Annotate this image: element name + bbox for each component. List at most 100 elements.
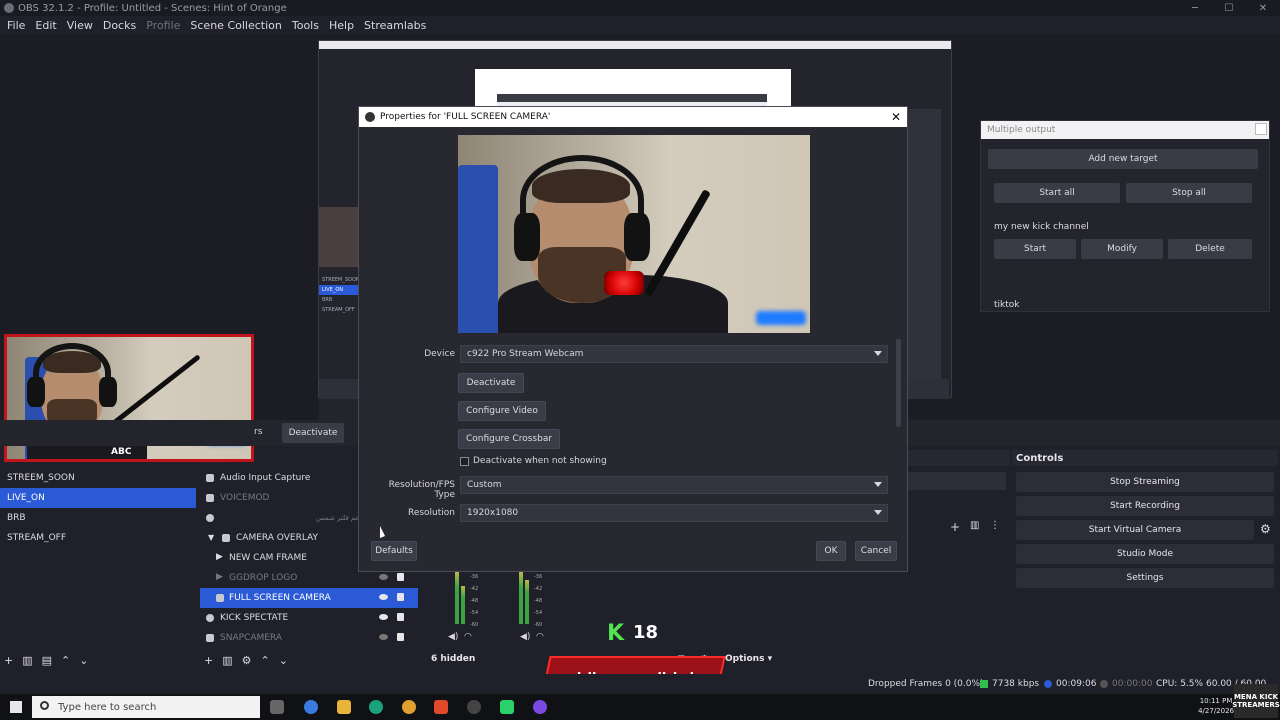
resolution-fps-select[interactable]: Custom	[460, 476, 888, 494]
mena-badge: MENA KICK STREAMERS	[1232, 684, 1280, 718]
app-icon[interactable]	[500, 700, 514, 714]
defaults-button[interactable]: Defaults	[371, 541, 417, 561]
nested-scene-item: BRB	[322, 297, 333, 303]
add-icon[interactable]: +	[950, 520, 960, 534]
windows-start-icon[interactable]	[10, 701, 22, 713]
menu-scene-collection[interactable]: Scene Collection	[185, 19, 286, 32]
chrome-icon[interactable]	[402, 700, 416, 714]
add-target-button[interactable]: Add new target	[988, 149, 1258, 169]
stop-streaming-button[interactable]: Stop Streaming	[1016, 472, 1274, 492]
eye-hidden-icon[interactable]	[379, 574, 388, 580]
brave-icon[interactable]	[434, 700, 448, 714]
maximize-icon[interactable]: ☐	[1212, 0, 1246, 16]
deactivate-when-not-showing-checkbox[interactable]	[460, 457, 469, 466]
trash-icon[interactable]: ▥	[22, 654, 32, 667]
start-recording-button[interactable]: Start Recording	[1016, 496, 1274, 516]
target-start-button[interactable]: Start	[994, 239, 1076, 259]
eye-hidden-icon[interactable]	[379, 634, 388, 640]
add-icon[interactable]: +	[204, 654, 213, 667]
headphone-icon[interactable]: ◠	[464, 632, 472, 642]
trash-icon[interactable]: ▥	[970, 520, 979, 531]
obs-taskbar-icon[interactable]	[467, 700, 481, 714]
configure-video-button[interactable]: Configure Video	[458, 401, 546, 421]
move-up-icon[interactable]: ⌃	[261, 654, 270, 667]
folder-icon[interactable]	[337, 700, 351, 714]
task-view-icon[interactable]	[270, 700, 284, 714]
headphone-icon[interactable]: ◠	[536, 632, 544, 642]
menu-help[interactable]: Help	[324, 19, 359, 32]
chevron-down-icon[interactable]: ▼	[208, 533, 214, 542]
nested-scene-item: LIVE_ON	[319, 285, 359, 295]
target-name: my new kick channel	[994, 222, 1089, 232]
lock-icon[interactable]	[397, 613, 404, 621]
more-icon[interactable]: ⋮	[990, 520, 1000, 531]
filter-icon[interactable]: ▤	[42, 654, 52, 667]
scene-item[interactable]: STREAM_OFF	[0, 528, 196, 548]
taskbar-clock[interactable]: 10:11 PM 4/27/2026	[1198, 696, 1234, 716]
studio-mode-button[interactable]: Studio Mode	[1016, 544, 1274, 564]
menu-profile[interactable]: Profile	[141, 19, 185, 32]
window-titlebar: OBS 32.1.2 - Profile: Untitled - Scenes:…	[0, 0, 1280, 16]
eye-icon[interactable]	[379, 594, 388, 600]
scene-item[interactable]: STREEM_SOON	[0, 468, 196, 488]
add-icon[interactable]: +	[4, 654, 13, 667]
eye-icon[interactable]	[379, 614, 388, 620]
scene-item[interactable]: LIVE_ON	[0, 488, 196, 508]
device-select[interactable]: c922 Pro Stream Webcam	[460, 345, 888, 363]
target-delete-button[interactable]: Delete	[1168, 239, 1252, 259]
properties-scrollbar[interactable]	[896, 339, 901, 427]
lock-icon[interactable]	[397, 593, 404, 601]
gear-icon[interactable]: ⚙	[1260, 522, 1271, 536]
target-modify-button[interactable]: Modify	[1081, 239, 1163, 259]
close-icon[interactable]: ✕	[1246, 0, 1280, 16]
menu-view[interactable]: View	[62, 19, 98, 32]
source-item[interactable]: KICK SPECTATE	[200, 608, 418, 628]
scene-item[interactable]: BRB	[0, 508, 196, 528]
taskbar-search[interactable]: Type here to search	[32, 696, 260, 718]
menu-tools[interactable]: Tools	[287, 19, 324, 32]
speaker-icon[interactable]: ◀)	[448, 632, 458, 642]
menu-edit[interactable]: Edit	[30, 19, 61, 32]
deactivate-button[interactable]: Deactivate	[282, 423, 344, 443]
lock-icon[interactable]	[397, 633, 404, 641]
copilot-icon[interactable]	[304, 700, 318, 714]
trash-icon[interactable]: ▥	[222, 654, 232, 667]
source-item[interactable]: SNAPCAMERA	[200, 628, 418, 648]
start-virtual-camera-button[interactable]: Start Virtual Camera	[1016, 520, 1254, 540]
volume-meter	[525, 580, 529, 624]
float-icon[interactable]	[1255, 123, 1267, 135]
move-down-icon[interactable]: ⌄	[279, 654, 288, 667]
options-button[interactable]: Options ▾	[725, 654, 772, 664]
kick-logo-icon: K	[607, 621, 625, 646]
ok-button[interactable]: OK	[816, 541, 846, 561]
menu-docks[interactable]: Docks	[98, 19, 141, 32]
app-icon[interactable]	[533, 700, 547, 714]
nested-scene-item: STREAM_OFF	[322, 307, 355, 313]
menu-streamlabs[interactable]: Streamlabs	[359, 19, 431, 32]
configure-crossbar-button[interactable]: Configure Crossbar	[458, 429, 560, 449]
scenes-list: STREEM_SOON LIVE_ON BRB STREAM_OFF	[0, 466, 196, 650]
start-all-button[interactable]: Start all	[994, 183, 1120, 203]
stream-icon	[1044, 680, 1052, 688]
resolution-select[interactable]: 1920x1080	[460, 504, 888, 522]
windows-taskbar: Type here to search 10:11 PM 4/27/2026	[0, 694, 1280, 720]
source-item[interactable]: FULL SCREEN CAMERA	[200, 588, 418, 608]
dialog-title: Properties for 'FULL SCREEN CAMERA'	[380, 112, 551, 122]
deactivate-button[interactable]: Deactivate	[458, 373, 524, 393]
meter-tick: -36	[534, 574, 543, 580]
gear-icon[interactable]: ⚙	[242, 654, 252, 667]
close-icon[interactable]: ✕	[891, 110, 901, 124]
edge-icon[interactable]	[369, 700, 383, 714]
cancel-button[interactable]: Cancel	[855, 541, 897, 561]
speaker-icon[interactable]: ◀)	[520, 632, 530, 642]
move-up-icon[interactable]: ⌃	[61, 654, 70, 667]
transition-select[interactable]	[906, 472, 1006, 490]
stop-all-button[interactable]: Stop all	[1126, 183, 1252, 203]
lock-icon[interactable]	[397, 573, 404, 581]
settings-button[interactable]: Settings	[1016, 568, 1274, 588]
menu-file[interactable]: File	[2, 19, 30, 32]
move-down-icon[interactable]: ⌄	[79, 654, 88, 667]
minimize-icon[interactable]: ─	[1178, 0, 1212, 16]
camera-preview	[458, 135, 810, 333]
truncated-label: rs	[254, 427, 263, 437]
